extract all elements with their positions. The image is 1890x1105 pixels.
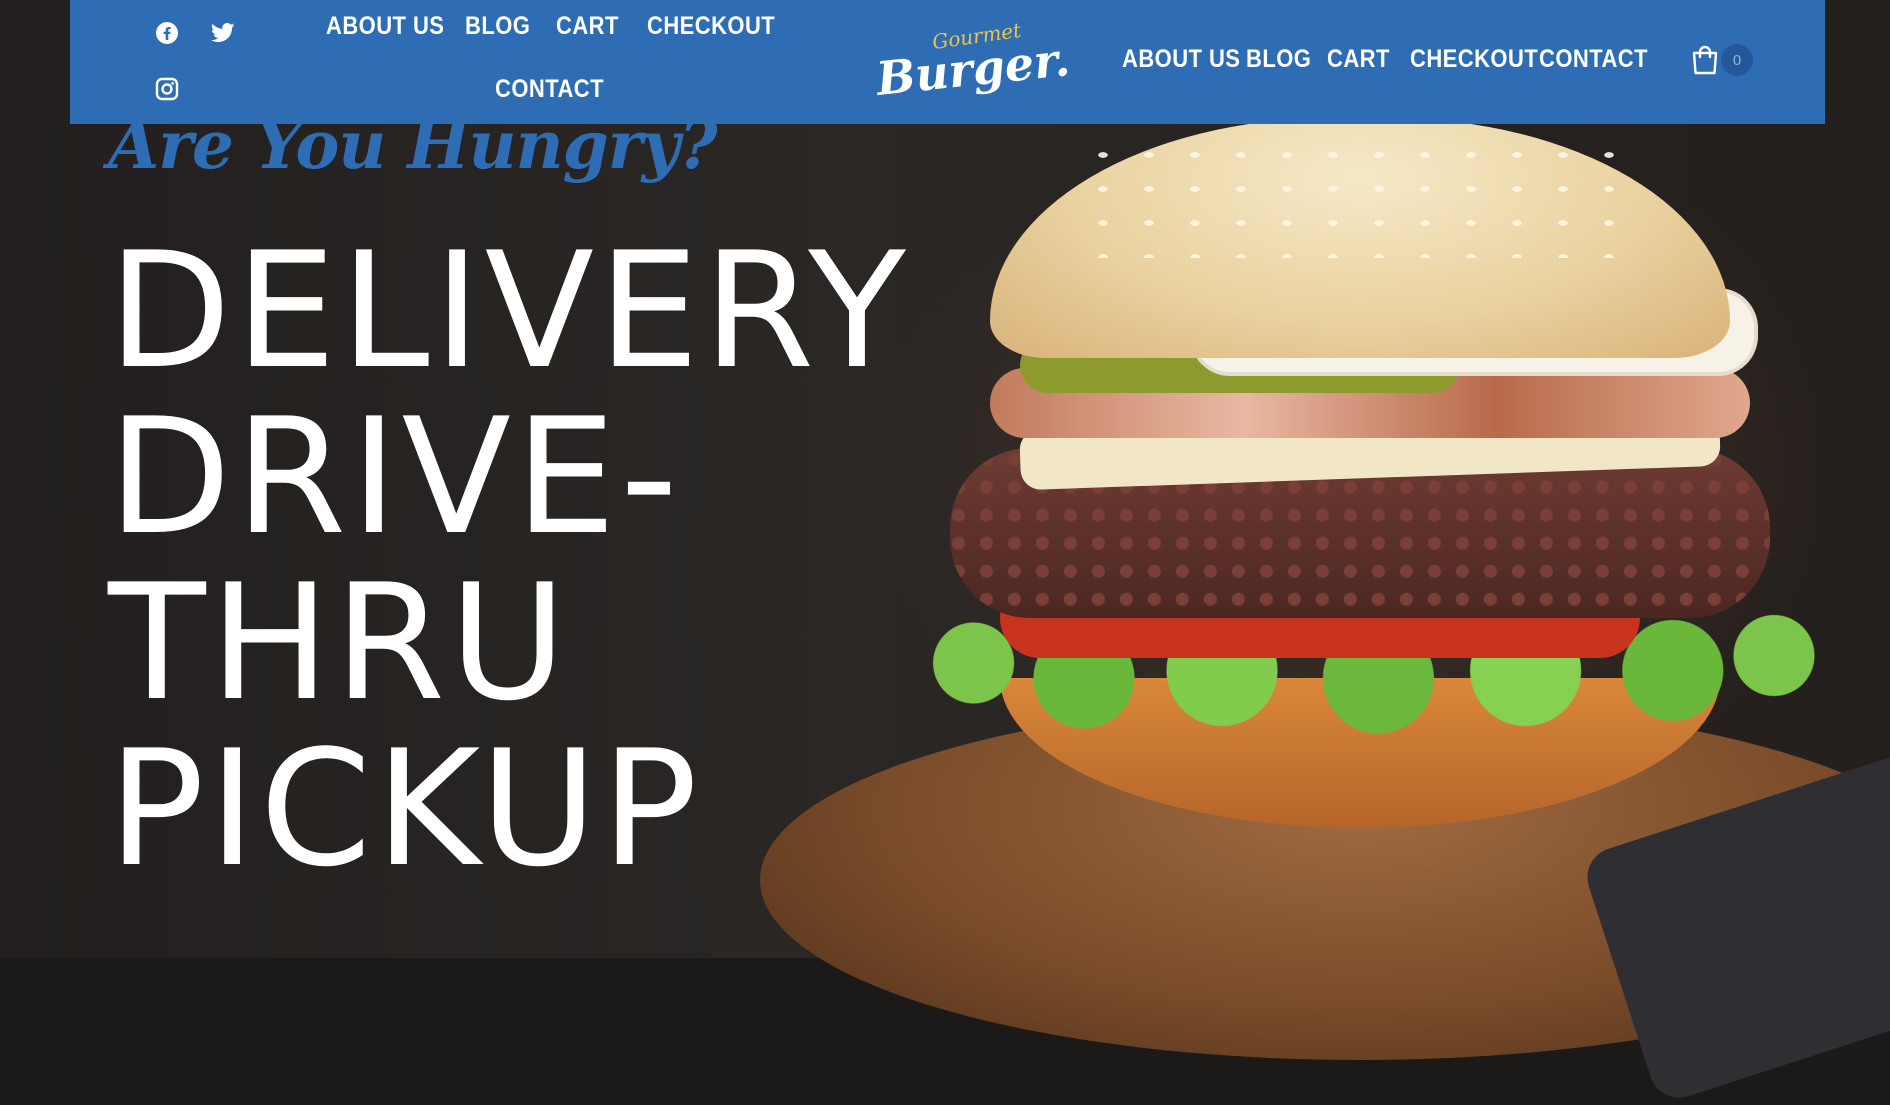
cart-button[interactable] <box>1690 44 1724 78</box>
right-nav-checkout[interactable]: CHECKOUT <box>1410 45 1538 74</box>
cart-count-badge: 0 <box>1721 44 1753 76</box>
hero-tagline: Are You Hungry? <box>108 106 718 184</box>
right-nav-contact[interactable]: CONTACT <box>1539 45 1648 74</box>
shopping-bag-icon <box>1692 45 1718 75</box>
facebook-icon[interactable] <box>154 20 180 46</box>
headline-line-drive: DRIVE- <box>108 383 682 570</box>
headline-line-delivery: DELIVERY <box>108 217 910 404</box>
left-nav-contact[interactable]: CONTACT <box>495 75 604 104</box>
twitter-icon[interactable] <box>210 20 236 46</box>
right-nav-cart[interactable]: CART <box>1327 45 1390 74</box>
headline-line-thru: THRU <box>108 549 571 736</box>
brand-logo[interactable]: Gourmet Burger. <box>870 18 1073 106</box>
right-nav-about-us[interactable]: ABOUT US <box>1122 45 1240 74</box>
instagram-icon[interactable] <box>154 76 180 102</box>
left-nav-cart[interactable]: CART <box>556 12 619 41</box>
left-nav-checkout[interactable]: CHECKOUT <box>647 12 775 41</box>
headline-line-pickup: PICKUP <box>108 715 702 902</box>
burger-image <box>880 118 1840 858</box>
logo-burger-text: Burger. <box>873 32 1073 106</box>
right-nav-blog[interactable]: BLOG <box>1246 45 1311 74</box>
left-nav-about-us[interactable]: ABOUT US <box>326 12 444 41</box>
sesame-seeds <box>1080 138 1640 258</box>
hero-headline: DELIVERY DRIVE- THRU PICKUP <box>108 228 910 892</box>
social-links <box>154 18 254 113</box>
left-nav-blog[interactable]: BLOG <box>465 12 530 41</box>
